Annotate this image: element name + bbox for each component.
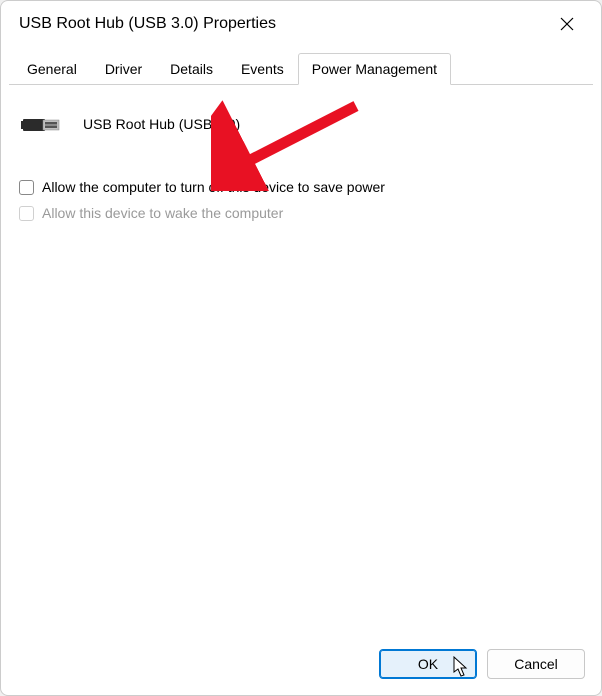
checkbox-turn-off-label: Allow the computer to turn off this devi… (42, 179, 385, 195)
cancel-button[interactable]: Cancel (487, 649, 585, 679)
tab-details[interactable]: Details (156, 53, 227, 84)
device-name-label: USB Root Hub (USB 3.0) (83, 116, 240, 132)
tab-strip: General Driver Details Events Power Mana… (9, 53, 593, 85)
device-header: USB Root Hub (USB 3.0) (19, 105, 583, 157)
window-title: USB Root Hub (USB 3.0) Properties (19, 15, 547, 33)
checkbox-wake (19, 206, 34, 221)
tab-content-power-management: USB Root Hub (USB 3.0) Allow the compute… (1, 85, 601, 635)
titlebar: USB Root Hub (USB 3.0) Properties (1, 1, 601, 45)
checkbox-turn-off[interactable] (19, 180, 34, 195)
tab-power-management[interactable]: Power Management (298, 53, 451, 85)
close-button[interactable] (547, 8, 587, 40)
checkbox-row-turn-off[interactable]: Allow the computer to turn off this devi… (19, 175, 583, 199)
tab-events[interactable]: Events (227, 53, 298, 84)
properties-window: USB Root Hub (USB 3.0) Properties Genera… (0, 0, 602, 696)
usb-connector-icon (21, 109, 65, 139)
tab-general[interactable]: General (13, 53, 91, 84)
close-icon (560, 17, 574, 31)
cursor-icon (453, 656, 469, 678)
tab-driver[interactable]: Driver (91, 53, 156, 84)
checkbox-wake-label: Allow this device to wake the computer (42, 205, 283, 221)
dialog-button-bar: OK Cancel (1, 635, 601, 695)
tab-container: General Driver Details Events Power Mana… (1, 45, 601, 85)
checkbox-row-wake: Allow this device to wake the computer (19, 201, 583, 225)
